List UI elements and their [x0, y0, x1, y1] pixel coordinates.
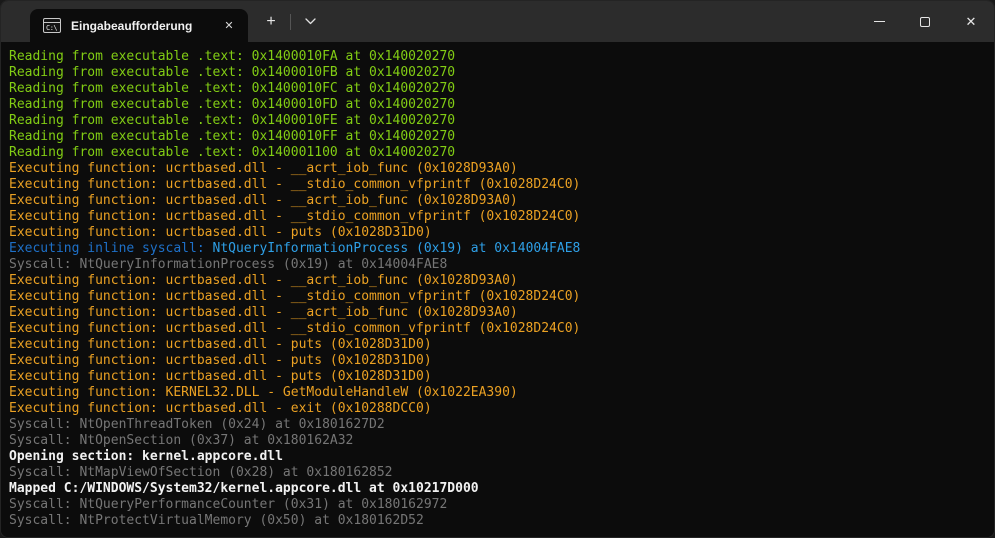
cmd-icon-glyph: C:\	[46, 23, 57, 33]
minimize-icon	[874, 21, 885, 22]
tab-dropdown-button[interactable]	[295, 8, 325, 36]
title-bar[interactable]: C:\ Eingabeaufforderung ✕ + ✕	[1, 1, 994, 42]
terminal-line: Reading from executable .text: 0x1400010…	[9, 81, 986, 97]
terminal-line: Reading from executable .text: 0x1400010…	[9, 97, 986, 113]
close-icon: ✕	[224, 19, 233, 32]
terminal-line: Opening section: kernel.appcore.dll	[9, 449, 986, 465]
tab-close-button[interactable]: ✕	[216, 14, 242, 38]
terminal-line: Syscall: NtMapViewOfSection (0x28) at 0x…	[9, 465, 986, 481]
terminal-line: Syscall: NtQueryInformationProcess (0x19…	[9, 257, 986, 273]
minimize-button[interactable]	[856, 1, 902, 42]
terminal-line: Executing function: ucrtbased.dll - __ac…	[9, 193, 986, 209]
terminal-line: Executing function: ucrtbased.dll - puts…	[9, 225, 986, 241]
tab-eingabeaufforderung[interactable]: C:\ Eingabeaufforderung ✕	[30, 9, 248, 42]
terminal-line: Syscall: NtProtectVirtualMemory (0x50) a…	[9, 513, 986, 529]
terminal-line: Executing inline syscall: NtQueryInforma…	[9, 241, 986, 257]
tab-bar-divider	[290, 14, 291, 30]
terminal-output[interactable]: Reading from executable .text: 0x1400010…	[1, 42, 994, 537]
terminal-line: Reading from executable .text: 0x1400010…	[9, 49, 986, 65]
terminal-line: Executing function: ucrtbased.dll - __st…	[9, 289, 986, 305]
terminal-line: Syscall: NtQueryPerformanceCounter (0x31…	[9, 497, 986, 513]
terminal-line: Syscall: NtOpenThreadToken (0x24) at 0x1…	[9, 417, 986, 433]
terminal-line: Executing function: ucrtbased.dll - exit…	[9, 401, 986, 417]
terminal-line: Executing function: ucrtbased.dll - puts…	[9, 337, 986, 353]
terminal-line: Executing function: ucrtbased.dll - __st…	[9, 177, 986, 193]
terminal-line: Executing function: ucrtbased.dll - puts…	[9, 353, 986, 369]
terminal-line: Syscall: NtOpenSection (0x37) at 0x18016…	[9, 433, 986, 449]
terminal-line: Executing function: ucrtbased.dll - __ac…	[9, 161, 986, 177]
tab-title: Eingabeaufforderung	[71, 19, 216, 33]
maximize-button[interactable]	[902, 1, 948, 42]
terminal-line: Reading from executable .text: 0x1400010…	[9, 129, 986, 145]
chevron-down-icon	[305, 18, 316, 25]
terminal-line: Reading from executable .text: 0x1400010…	[9, 65, 986, 81]
plus-icon: +	[266, 13, 275, 31]
terminal-line: Mapped C:/WINDOWS/System32/kernel.appcor…	[9, 481, 986, 497]
new-tab-button[interactable]: +	[256, 8, 286, 36]
terminal-line: Executing function: ucrtbased.dll - __ac…	[9, 305, 986, 321]
terminal-line: Executing function: ucrtbased.dll - __ac…	[9, 273, 986, 289]
terminal-line: Executing function: ucrtbased.dll - puts…	[9, 369, 986, 385]
terminal-line: Executing function: ucrtbased.dll - __st…	[9, 209, 986, 225]
terminal-line: Executing function: ucrtbased.dll - __st…	[9, 321, 986, 337]
terminal-line: Executing function: KERNEL32.DLL - GetMo…	[9, 385, 986, 401]
terminal-line: Reading from executable .text: 0x1400011…	[9, 145, 986, 161]
cmd-prompt-icon: C:\	[43, 18, 61, 33]
close-icon: ✕	[966, 14, 977, 30]
window-close-button[interactable]: ✕	[948, 1, 994, 42]
terminal-line: Reading from executable .text: 0x1400010…	[9, 113, 986, 129]
maximize-icon	[920, 17, 930, 27]
terminal-window: C:\ Eingabeaufforderung ✕ + ✕ Reading f	[0, 0, 995, 538]
